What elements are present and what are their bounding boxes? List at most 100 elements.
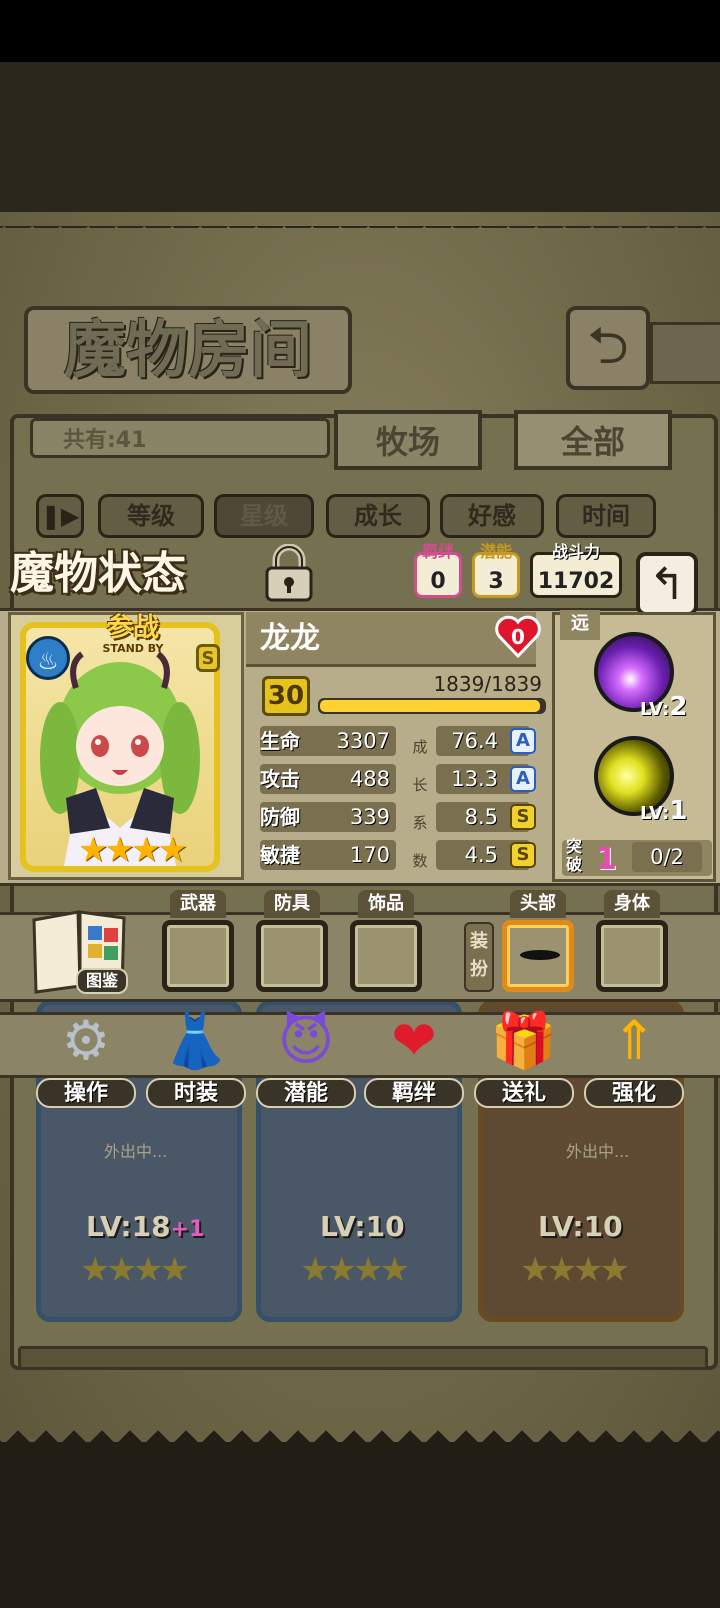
growth-caption-char: 系 [412,814,428,832]
growth-hp-value: 76.4 [451,729,498,753]
growth-def-grade: S [510,804,536,830]
list-bottom-strip [18,1346,708,1370]
weapon-slot-label: 武器 [170,890,226,918]
growth-atk-value: 13.3 [451,767,498,791]
potential-stat-value: 3 [488,569,504,594]
standby-sublabel: STAND BY [102,642,164,655]
growth-agi-grade: S [510,842,536,868]
operate-label: 操作 [36,1078,136,1108]
stat-def-label: 防御 [260,805,300,829]
operate-button[interactable]: ⚙ 操作 [36,1000,136,1110]
stat-agi-value: 170 [349,843,390,867]
affection-heart-icon[interactable]: 0 [494,612,542,660]
outfit-icon: 👗 [162,1009,230,1072]
potential-stat-label: 潜能 [479,542,512,561]
breakthrough-progress: 0/2 [632,842,702,872]
water-element-icon: ♨ [26,636,70,680]
parchment-edge-top [0,198,720,228]
breakthrough-label: 突破 [566,837,583,874]
power-stat-value: 11702 [537,569,615,594]
lock-icon[interactable] [262,544,316,602]
gift-icon: 🎁 [490,1009,558,1072]
range-tag: 远 [560,610,600,640]
card-level: LV:10 [538,1210,623,1243]
card-stars: ★★★★ [520,1250,630,1290]
tab-ranch[interactable]: 牧场 [334,410,482,470]
status-bar [0,0,720,62]
card-away-status: 外出中... [566,1142,630,1161]
background-bottom [0,1440,720,1608]
body-slot-label: 身体 [604,890,660,918]
potential-label: 潜能 [256,1078,356,1108]
growth-atk-grade: A [510,766,536,792]
return-arrow-icon: ↰ [648,559,686,610]
armor-slot[interactable] [256,920,328,992]
heart-value: 0 [511,625,525,649]
bond-stat-value: 0 [430,569,446,594]
growth-caption-char: 成 [412,738,428,756]
growth-hp-grade: A [510,728,536,754]
bond-stat: 羁绊 0 [414,543,462,598]
enhance-label: 强化 [584,1078,684,1108]
exp-bar-fill [320,700,540,712]
status-back-button[interactable]: ↰ [636,552,698,616]
gift-label: 送礼 [474,1078,574,1108]
growth-caption-char: 长 [412,776,428,794]
breakthrough-value: 1 [596,842,617,877]
sort-affection-button[interactable]: 好感 [440,494,544,538]
portrait-stars: ★★★★ [78,830,188,870]
body-slot[interactable] [596,920,668,992]
stat-hp-label: 生命 [260,729,300,753]
accessory-slot[interactable] [350,920,422,992]
top-right-strip [650,322,720,384]
card-level: LV:18+1 [86,1210,205,1243]
book-label: 图鉴 [76,968,128,994]
monster-name: 龙龙 [260,621,320,656]
rank-badge: S [196,644,220,672]
hearts-icon: ❤ [391,1009,437,1072]
skill-2-level: LV:1 [640,796,688,826]
growth-def-value: 8.5 [464,805,498,829]
potential-button[interactable]: 😈 潜能 [256,1000,356,1110]
gift-button[interactable]: 🎁 送礼 [474,1000,574,1110]
fashion-label: 时装 [146,1078,246,1108]
room-back-button[interactable]: ⮌ [566,306,650,390]
sort-level-button[interactable]: 等级 [98,494,204,538]
demon-icon: 😈 [277,1009,335,1072]
stat-atk-label: 攻击 [260,767,300,791]
potential-stat: 潜能 3 [472,543,520,598]
sort-toggle-button[interactable]: ❚▶ [36,494,84,538]
weapon-slot[interactable] [162,920,234,992]
level-badge: 30 [262,676,310,716]
status-title: 魔物状态 [10,548,186,599]
accessory-slot-label: 饰品 [358,890,414,918]
room-title: 魔物房间 [24,306,352,394]
owned-count: 共有:41 [30,418,330,458]
stat-hp-value: 3307 [336,729,390,753]
card-stars: ★★★★ [300,1250,410,1290]
parchment-edge-bottom [0,1416,720,1446]
exp-text: 1839/1839 [433,672,542,696]
skill-1-level: LV:2 [640,692,688,722]
stat-agi-label: 敏捷 [260,843,300,867]
growth-agi-value: 4.5 [464,843,498,867]
headband-item [520,950,560,960]
card-away-status: 外出中... [104,1142,168,1161]
card-stars: ★★★★ [80,1250,190,1290]
stat-def-value: 339 [349,805,390,829]
bond-label: 羁绊 [364,1078,464,1108]
head-slot-label: 头部 [510,890,566,918]
sort-star-button[interactable]: 星级 [214,494,314,538]
stat-atk-value: 488 [349,767,390,791]
tab-all[interactable]: 全部 [514,410,672,470]
growth-caption-char: 数 [412,852,428,870]
sort-growth-button[interactable]: 成长 [326,494,430,538]
gear-icon: ⚙ [61,1009,111,1072]
sort-time-button[interactable]: 时间 [556,494,656,538]
bond-button[interactable]: ❤ 羁绊 [364,1000,464,1110]
power-stat-label: 战斗力 [551,542,600,561]
power-stat: 战斗力 11702 [530,543,622,598]
enhance-button[interactable]: ⇑ 强化 [584,1000,684,1110]
fashion-button[interactable]: 👗 时装 [146,1000,246,1110]
upgrade-arrows-icon: ⇑ [611,1009,657,1072]
